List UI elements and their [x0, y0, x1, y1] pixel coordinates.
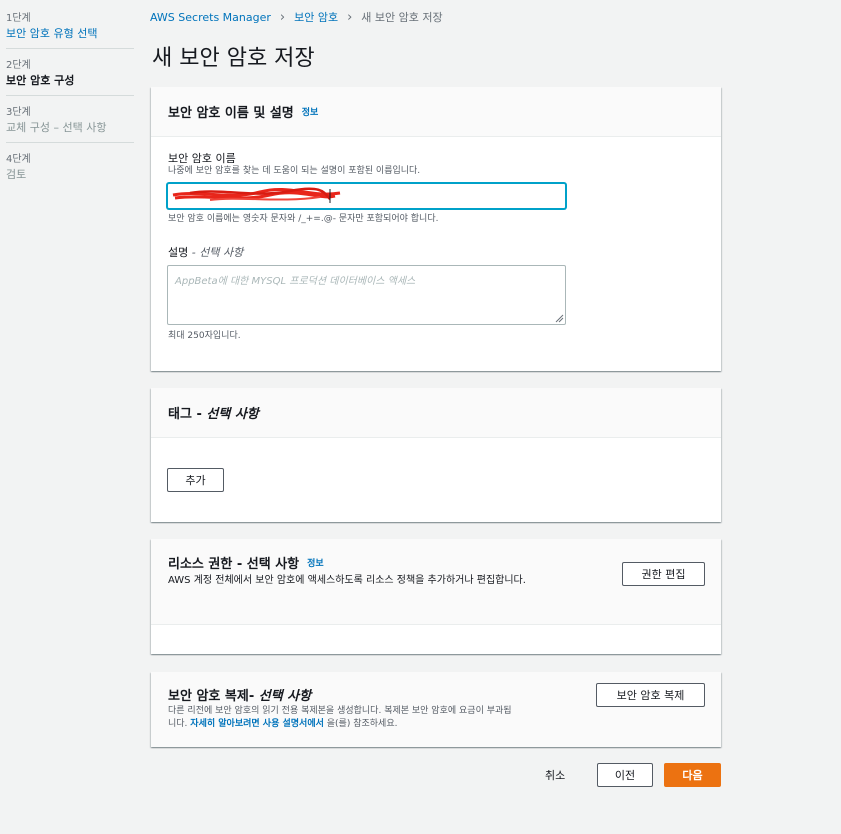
optional-text: 선택 사항: [206, 407, 259, 422]
description-limit: 최대 250자입니다.: [168, 331, 241, 341]
secret-name-panel: 보안 암호 이름 및 설명 정보 보안 암호 이름 나중에 보안 암호를 찾는 …: [151, 87, 721, 371]
description-placeholder: AppBeta에 대한 MYSQL 프로덕션 데이터베이스 액세스: [175, 276, 416, 287]
panel-title: 리소스 권한 - 선택 사항: [168, 557, 300, 572]
step-number: 3단계: [6, 107, 31, 118]
resize-grip-icon[interactable]: [555, 314, 564, 323]
previous-button[interactable]: 이전: [597, 763, 653, 787]
step-label-rotation: 교체 구성 – 선택 사항: [6, 121, 107, 134]
panel-title: 보안 암호 이름 및 설명: [168, 106, 294, 121]
next-button[interactable]: 다음: [664, 763, 721, 787]
step-3: 3단계 교체 구성 – 선택 사항: [6, 104, 134, 143]
step-label-review: 검토: [6, 168, 27, 181]
secret-name-description: 나중에 보안 암호를 찾는 데 도움이 되는 설명이 포함된 이름입니다.: [168, 166, 421, 176]
step-4: 4단계 검토: [6, 151, 134, 189]
chevron-right-icon: ›: [347, 9, 353, 25]
chevron-right-icon: ›: [279, 9, 286, 25]
secret-name-label: 보안 암호 이름: [168, 152, 236, 165]
redaction-scribble: [172, 187, 341, 203]
panel-header: 리소스 권한 - 선택 사항 정보 AWS 계정 전체에서 보안 암호에 액세스…: [151, 539, 721, 625]
step-number: 2단계: [6, 60, 31, 71]
wizard-steps: 1단계 보안 암호 유형 선택 2단계 보안 암호 구성 3단계 교체 구성 –…: [6, 10, 134, 197]
step-current-configure: 보안 암호 구성: [6, 74, 75, 87]
breadcrumb-current: 새 보안 암호 저장: [361, 11, 443, 24]
description-textarea[interactable]: AppBeta에 대한 MYSQL 프로덕션 데이터베이스 액세스: [167, 265, 566, 325]
panel-header: 보안 암호 이름 및 설명 정보: [151, 87, 721, 137]
breadcrumb-secrets[interactable]: 보안 암호: [294, 9, 338, 25]
panel-title: 보안 암호 복제- 선택 사항: [168, 689, 312, 704]
user-guide-link[interactable]: 자세히 알아보려면 사용 설명서에서: [190, 719, 324, 729]
info-link[interactable]: 정보: [302, 105, 319, 118]
description-label-text: 설명: [168, 246, 189, 259]
cancel-button[interactable]: 취소: [545, 767, 565, 783]
breadcrumb-root[interactable]: AWS Secrets Manager: [150, 11, 271, 24]
resource-permissions-panel: 리소스 권한 - 선택 사항 정보 AWS 계정 전체에서 보안 암호에 액세스…: [151, 539, 721, 654]
replicate-secret-button[interactable]: 보안 암호 복제: [596, 683, 705, 707]
step-1: 1단계 보안 암호 유형 선택: [6, 10, 134, 49]
replicate-secret-panel: 보안 암호 복제- 선택 사항 다른 리전에 보안 암호의 읽기 전용 복제본을…: [151, 672, 721, 747]
step-number: 1단계: [6, 13, 31, 24]
replicate-description-suffix: 을(를) 참조하세요.: [323, 719, 398, 729]
panel-title: 태그 - 선택 사항: [168, 407, 259, 422]
replica-title: 보안 암호 복제: [168, 689, 249, 704]
info-link[interactable]: 정보: [307, 556, 324, 569]
step-2: 2단계 보안 암호 구성: [6, 57, 134, 96]
optional-text: 선택 사항: [199, 246, 244, 259]
breadcrumb: AWS Secrets Manager › 보안 암호 › 새 보안 암호 저장: [150, 9, 443, 25]
optional-text: 선택 사항: [258, 689, 312, 704]
secret-name-constraint: 보안 암호 이름에는 영숫자 문자와 /_+=.@- 문자만 포함되어야 합니다…: [168, 214, 439, 224]
description-label: 설명 - 선택 사항: [168, 246, 244, 259]
step-link-select-type[interactable]: 보안 암호 유형 선택: [6, 26, 134, 42]
secret-name-input[interactable]: [167, 183, 566, 209]
add-tag-button[interactable]: 추가: [167, 468, 224, 492]
replicate-description: 다른 리전에 보안 암호의 읽기 전용 복제본을 생성합니다. 복제본 보안 암…: [168, 705, 513, 731]
resource-permissions-description: AWS 계정 전체에서 보안 암호에 액세스하도록 리소스 정책을 추가하거나 …: [168, 575, 526, 586]
panel-title-row: 리소스 권한 - 선택 사항 정보: [168, 553, 324, 572]
edit-permissions-button[interactable]: 권한 편집: [622, 562, 705, 586]
panel-header: 태그 - 선택 사항: [151, 388, 721, 438]
tags-title: 태그: [168, 407, 192, 422]
tags-panel: 태그 - 선택 사항 추가: [151, 388, 721, 522]
step-number: 4단계: [6, 154, 31, 165]
page-title: 새 보안 암호 저장: [152, 46, 315, 71]
